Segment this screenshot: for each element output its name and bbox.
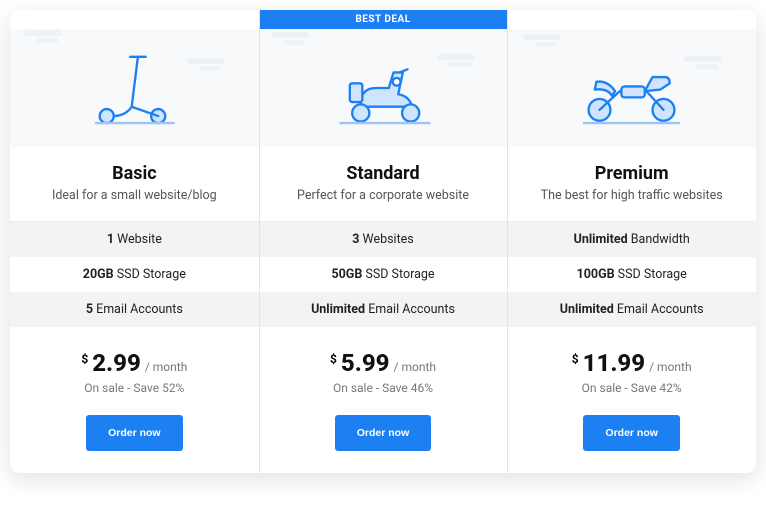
moped-icon (328, 49, 437, 127)
price-period: / month (145, 360, 187, 374)
plan-description: The best for high traffic websites (517, 188, 746, 203)
price-amount: 2.99 (92, 349, 141, 377)
feature-list: 1 Website 20GB SSD Storage 5 Email Accou… (10, 221, 259, 327)
cloud-icon (271, 32, 329, 44)
currency-symbol: $ (572, 352, 579, 366)
price-block: $ 2.99 / month On sale - Save 52% (10, 327, 259, 401)
price-block: $ 5.99 / month On sale - Save 46% (259, 327, 508, 401)
order-now-button[interactable]: Order now (335, 415, 432, 451)
feature-item: 3 Websites (259, 222, 508, 257)
feature-list: Unlimited Bandwidth 100GB SSD Storage Un… (507, 221, 756, 327)
price-amount: 5.99 (341, 349, 390, 377)
price-block: $ 11.99 / month On sale - Save 42% (507, 327, 756, 401)
feature-item: Unlimited Bandwidth (507, 222, 756, 257)
plan-premium: BEST DEAL Premium The best for high traf… (507, 10, 756, 473)
cloud-icon (24, 30, 82, 42)
pricing-table: BEST DEAL Basic Ideal for a small websit… (10, 10, 756, 473)
feature-item: Unlimited Email Accounts (507, 292, 756, 327)
plan-title: Premium (517, 163, 746, 184)
order-now-button[interactable]: Order now (86, 415, 183, 451)
feature-item: 5 Email Accounts (10, 292, 259, 327)
feature-item: 20GB SSD Storage (10, 257, 259, 292)
sale-text: On sale - Save 46% (259, 381, 508, 395)
order-now-button[interactable]: Order now (583, 415, 680, 451)
motorcycle-icon (573, 49, 690, 127)
cloud-icon (437, 54, 495, 66)
feature-item: 50GB SSD Storage (259, 257, 508, 292)
plan-description: Ideal for a small website/blog (20, 188, 249, 203)
best-deal-badge: BEST DEAL (259, 10, 508, 29)
price-period: / month (394, 360, 436, 374)
plan-standard: BEST DEAL Standard Perfect for a corpora… (259, 10, 508, 473)
currency-symbol: $ (81, 352, 88, 366)
plan-title: Basic (20, 163, 249, 184)
plan-title: Standard (269, 163, 498, 184)
feature-list: 3 Websites 50GB SSD Storage Unlimited Em… (259, 221, 508, 327)
plan-icon-area (259, 29, 508, 147)
cloud-icon (523, 34, 581, 46)
feature-item: 100GB SSD Storage (507, 257, 756, 292)
plan-description: Perfect for a corporate website (269, 188, 498, 203)
price-amount: 11.99 (583, 349, 645, 377)
price-period: / month (649, 360, 691, 374)
sale-text: On sale - Save 42% (507, 381, 756, 395)
feature-item: 1 Website (10, 222, 259, 257)
plan-icon-area (10, 29, 259, 147)
plan-icon-area (507, 29, 756, 147)
cloud-icon (684, 56, 742, 68)
cloud-icon (187, 58, 245, 70)
currency-symbol: $ (330, 352, 337, 366)
scooter-icon (88, 49, 182, 127)
sale-text: On sale - Save 52% (10, 381, 259, 395)
feature-item: Unlimited Email Accounts (259, 292, 508, 327)
plan-basic: BEST DEAL Basic Ideal for a small websit… (10, 10, 259, 473)
